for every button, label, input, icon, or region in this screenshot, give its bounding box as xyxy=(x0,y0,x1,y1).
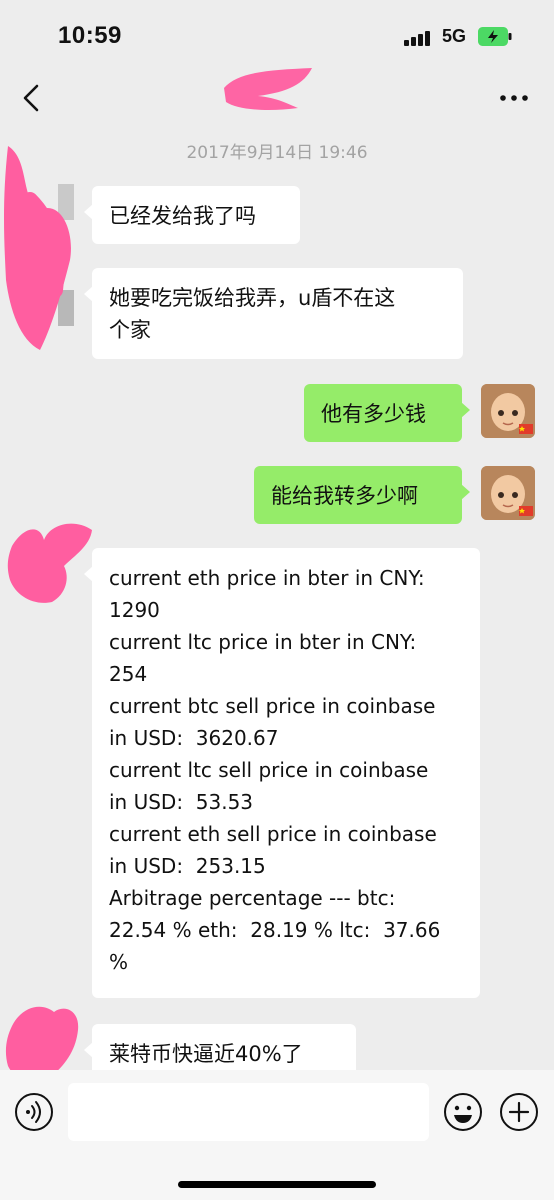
avatar-redacted xyxy=(4,146,74,350)
voice-input-icon[interactable] xyxy=(14,1092,54,1132)
message-text: in USD: 3620.67 xyxy=(109,726,279,750)
message-text: in USD: 253.15 xyxy=(109,854,266,878)
message-text: current eth sell price in coinbase xyxy=(109,822,437,846)
message-text: % xyxy=(109,950,129,974)
message-text: current ltc price in bter in CNY: xyxy=(109,630,417,654)
message-text: current ltc sell price in coinbase xyxy=(109,758,429,782)
cartoon-monk-avatar-icon xyxy=(481,466,535,520)
message-text: 他有多少钱 xyxy=(321,402,426,426)
status-time: 10:59 xyxy=(58,22,122,49)
message-text: current btc sell price in coinbase xyxy=(109,694,436,718)
avatar[interactable] xyxy=(481,384,535,438)
message-text: in USD: 53.53 xyxy=(109,790,254,814)
emoji-icon[interactable] xyxy=(443,1092,483,1132)
message-text: 已经发给我了吗 xyxy=(109,204,256,228)
message-bubble-outgoing[interactable]: 他有多少钱 xyxy=(304,384,470,442)
message-text: 22.54 % eth: 28.19 % ltc: 37.66 xyxy=(109,918,441,942)
network-type: 5G xyxy=(442,26,467,46)
signal-icon xyxy=(404,30,432,46)
chevron-left-icon[interactable] xyxy=(16,80,46,116)
message-text: 她要吃完饭给我弄，u盾不在这 xyxy=(109,286,396,310)
avatar-redacted xyxy=(7,523,93,603)
battery-charging-icon xyxy=(478,27,512,46)
message-bubble-incoming[interactable]: 已经发给我了吗 xyxy=(84,186,300,244)
message-bubble-outgoing[interactable]: 能给我转多少啊 xyxy=(254,466,470,524)
message-timestamp: 2017年9月14日 19:46 xyxy=(186,143,368,163)
status-bar: 10:59 5G xyxy=(0,0,554,70)
chat-title-redacted xyxy=(224,68,312,110)
home-indicator[interactable] xyxy=(178,1181,376,1188)
plus-icon[interactable] xyxy=(499,1092,539,1132)
message-bubble-incoming[interactable]: 她要吃完饭给我弄，u盾不在这 个家 xyxy=(84,268,463,359)
message-text: current eth price in bter in CNY: xyxy=(109,566,425,590)
message-text: 能给我转多少啊 xyxy=(271,484,418,508)
message-bubble-incoming[interactable]: current eth price in bter in CNY: 1290 c… xyxy=(84,548,480,998)
message-input[interactable] xyxy=(68,1083,429,1141)
ellipsis-icon[interactable] xyxy=(498,90,530,106)
message-text: 1290 xyxy=(109,598,160,622)
message-text: 个家 xyxy=(109,318,151,342)
cartoon-monk-avatar-icon xyxy=(481,384,535,438)
avatar[interactable] xyxy=(481,466,535,520)
message-text: 254 xyxy=(109,662,148,686)
message-text: Arbitrage percentage --- btc: xyxy=(109,886,396,910)
message-text: 莱特币快逼近40%了 xyxy=(109,1042,303,1066)
